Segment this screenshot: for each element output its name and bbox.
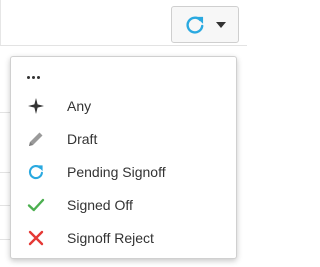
pencil-icon [29,132,43,146]
refresh-icon [186,16,204,34]
plus-star-icon [28,98,44,114]
menu-item-label: Draft [67,131,98,147]
x-icon [28,230,44,246]
check-icon [27,198,45,212]
table-divider [238,45,247,46]
menu-item-draft[interactable]: Draft [11,126,236,152]
refresh-icon [28,165,43,180]
caret-down-icon [216,21,226,28]
menu-item-label: Pending Signoff [67,164,166,180]
menu-item-any[interactable]: Any [11,93,236,119]
table-divider [0,45,247,46]
table-column-divider [0,0,1,45]
menu-item-signed-off[interactable]: Signed Off [11,192,236,218]
menu-item-signoff-reject[interactable]: Signoff Reject [11,225,236,251]
menu-item-label: Signed Off [67,197,133,213]
ellipsis-icon[interactable] [27,74,40,80]
menu-item-label: Any [67,98,92,114]
menu-item-pending-signoff[interactable]: Pending Signoff [11,159,236,185]
menu-item-label: Signoff Reject [67,230,154,246]
status-dropdown-menu: Any Draft Pending Signoff Signed Off Sig… [10,56,237,259]
status-filter-button[interactable] [171,6,239,43]
